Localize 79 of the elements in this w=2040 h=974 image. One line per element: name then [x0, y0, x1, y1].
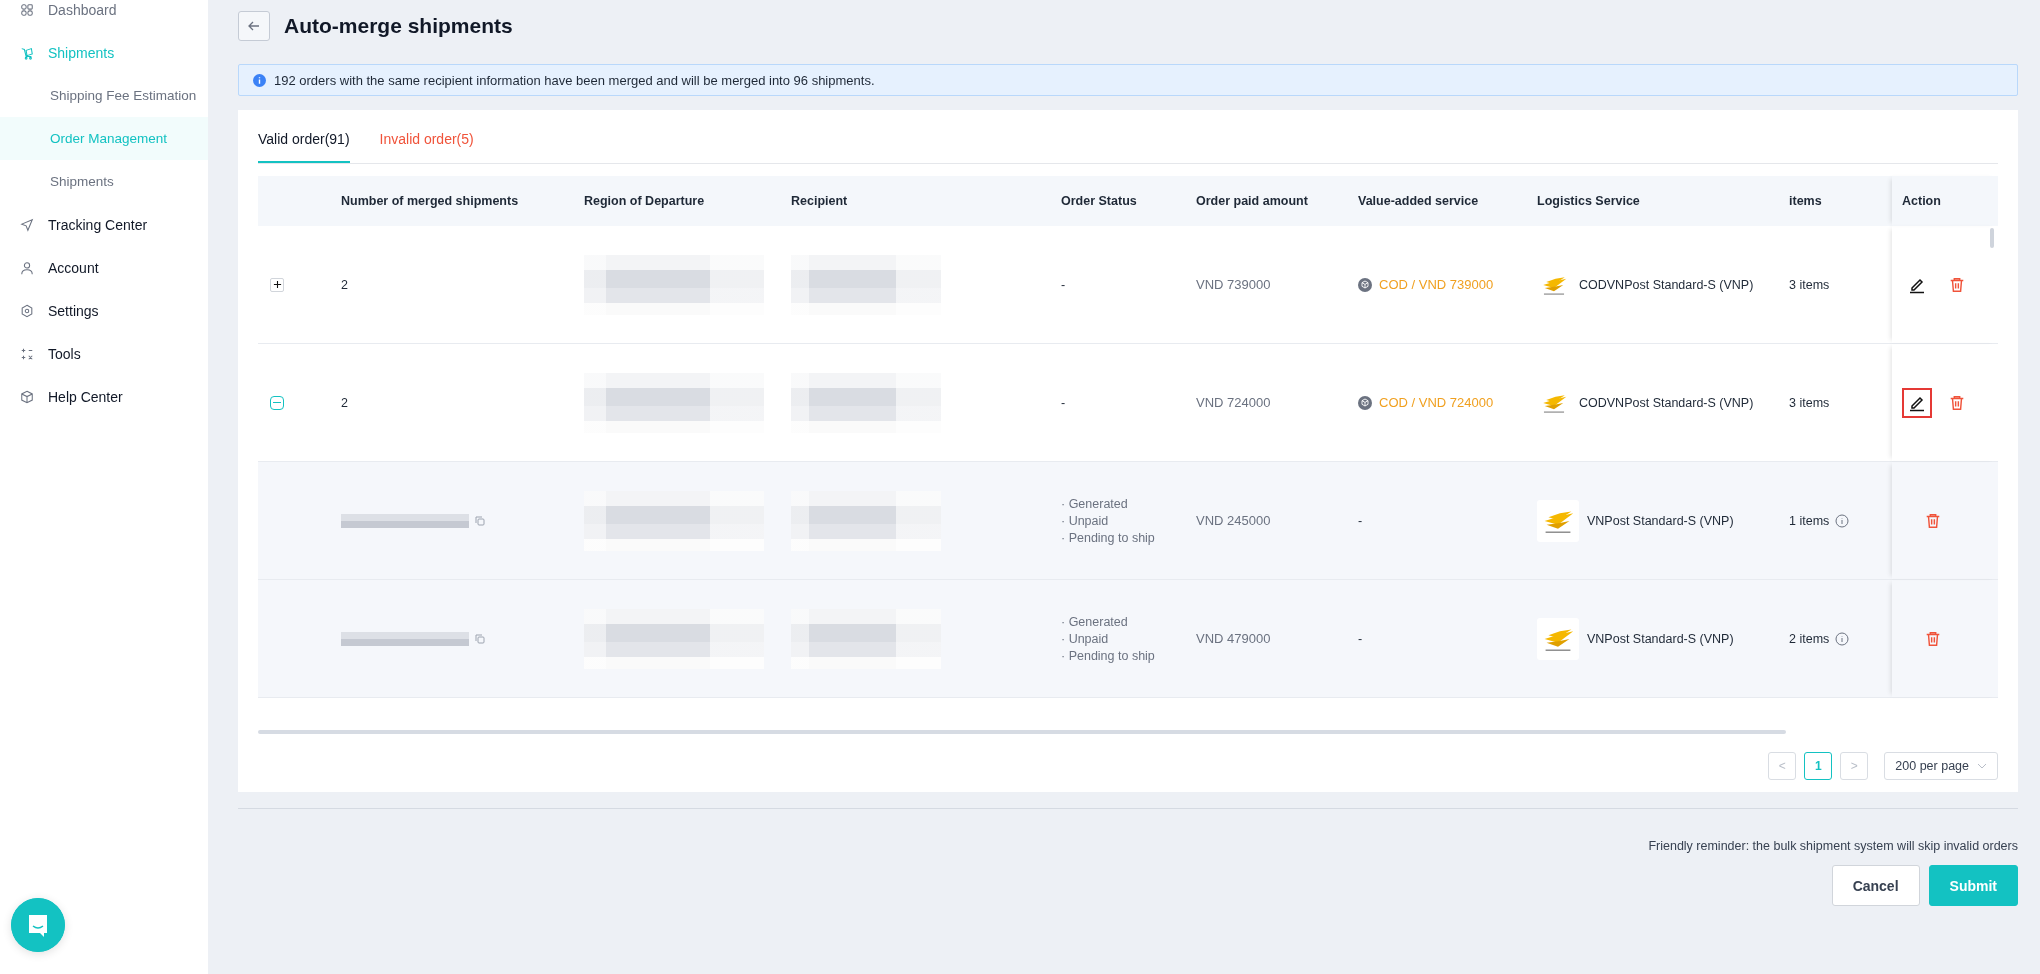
delete-icon[interactable]: [1924, 511, 1942, 530]
info-icon[interactable]: [1835, 513, 1850, 528]
cod-amount: COD / VND 724000: [1379, 395, 1494, 410]
order-status: -: [1061, 277, 1066, 292]
chevron-down-icon: [1977, 763, 1987, 769]
logistics-service: VNPost Standard-S (VNP): [1587, 513, 1734, 528]
value-added-service: -: [1358, 631, 1363, 646]
copy-icon[interactable]: [475, 633, 485, 644]
grid-icon: [20, 2, 34, 17]
order-status: · Unpaid: [1061, 513, 1110, 528]
order-status: · Pending to ship: [1061, 530, 1156, 545]
box-icon: [20, 389, 34, 404]
merged-count: 2: [341, 277, 348, 292]
sidebar-item[interactable]: Help Center: [0, 375, 208, 418]
send-icon: [20, 217, 34, 232]
column-header: Number of merged shipments: [341, 194, 520, 208]
column-header: Recipient: [791, 194, 849, 208]
sidebar-subitem[interactable]: Shipping Fee Estimation: [0, 74, 208, 117]
items-count: 1 items: [1789, 513, 1830, 528]
cod-amount: COD / VND 739000: [1379, 277, 1494, 292]
info-message: 192 orders with the same recipient information have been merged and will be merged into 96 shipments.: [274, 72, 875, 88]
delete-icon[interactable]: [1924, 629, 1942, 648]
column-header: Order Status: [1061, 194, 1138, 208]
items-count: 3 items: [1789, 395, 1830, 410]
order-status: · Unpaid: [1061, 631, 1110, 646]
delete-icon[interactable]: [1948, 393, 1966, 412]
column-header: Region of Departure: [584, 194, 706, 208]
paid-amount: VND 739000: [1196, 277, 1271, 292]
column-header: Order paid amount: [1196, 194, 1309, 208]
order-status: · Generated: [1061, 496, 1129, 511]
logistics-service: CODVNPost Standard-S (VNP): [1579, 277, 1754, 292]
order-status: · Pending to ship: [1061, 648, 1156, 663]
info-icon: [253, 73, 266, 87]
logistics-service: VNPost Standard-S (VNP): [1587, 631, 1734, 646]
cube-icon: [1358, 395, 1372, 410]
logistics-service: CODVNPost Standard-S (VNP): [1579, 395, 1754, 410]
cart-icon: [20, 45, 34, 60]
arrow-left-icon: [247, 19, 261, 33]
cancel-button[interactable]: Cancel: [1831, 865, 1920, 906]
sidebar-item[interactable]: Tools: [0, 332, 208, 375]
logistics-logo-icon: [1537, 617, 1579, 660]
vertical-scrollbar[interactable]: [1990, 228, 1994, 248]
user-icon: [20, 260, 34, 275]
page-title: Auto-merge shipments: [284, 14, 513, 38]
paid-amount: VND 724000: [1196, 395, 1271, 410]
paid-amount: VND 479000: [1196, 631, 1271, 646]
chat-button[interactable]: [11, 898, 65, 952]
order-status: · Generated: [1061, 614, 1129, 629]
order-status: -: [1061, 395, 1066, 410]
logistics-logo-icon: [1537, 499, 1579, 542]
merged-count: 2: [341, 395, 348, 410]
settings-icon: [20, 303, 34, 318]
horizontal-scrollbar[interactable]: [258, 730, 1786, 734]
sidebar-item[interactable]: Account: [0, 246, 208, 289]
page-size-select[interactable]: 200 per page: [1884, 752, 1998, 780]
items-count: 2 items: [1789, 631, 1830, 646]
sidebar-item[interactable]: Dashboard: [0, 0, 208, 31]
items-count: 3 items: [1789, 277, 1830, 292]
back-button[interactable]: [238, 11, 270, 41]
edit-button[interactable]: [1902, 387, 1932, 418]
sidebar-item[interactable]: Tracking Center: [0, 203, 208, 246]
column-header: Action: [1902, 194, 1941, 208]
expand-toggle[interactable]: [270, 277, 284, 292]
paid-amount: VND 245000: [1196, 513, 1271, 528]
sidebar-subitem[interactable]: Shipments: [0, 160, 208, 203]
cube-icon: [1358, 277, 1372, 292]
tab[interactable]: Valid order(91): [258, 130, 350, 163]
sidebar-item[interactable]: Settings: [0, 289, 208, 332]
reminder-text: Friendly reminder: the bulk shipment system will skip invalid orders: [1648, 839, 2018, 853]
info-icon[interactable]: [1835, 631, 1850, 646]
column-header: items: [1789, 194, 1823, 208]
copy-icon[interactable]: [475, 515, 485, 526]
value-added-service: -: [1358, 513, 1363, 528]
column-header: Logistics Service: [1537, 194, 1641, 208]
expand-toggle[interactable]: [270, 395, 284, 410]
calculator-icon: [20, 346, 34, 361]
tab[interactable]: Invalid order(5): [379, 130, 474, 163]
column-header: Value-added service: [1358, 194, 1480, 208]
delete-icon[interactable]: [1948, 275, 1966, 294]
